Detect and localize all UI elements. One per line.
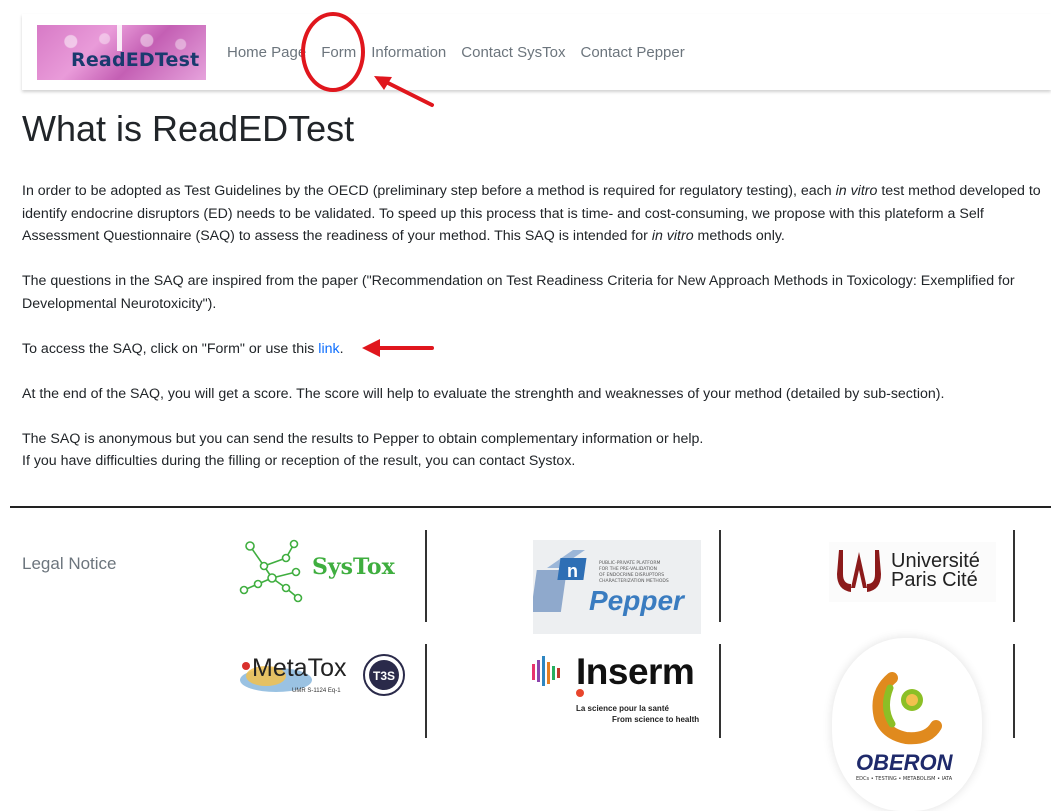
footer-separator [425, 644, 427, 738]
footer-divider [10, 506, 1051, 508]
main-content: In order to be adopted as Test Guideline… [22, 180, 1042, 473]
university-emblem-icon [837, 550, 881, 592]
svg-text:CHARACTERIZATION METHODS: CHARACTERIZATION METHODS [599, 578, 669, 584]
svg-text:n: n [567, 561, 578, 581]
annotation-arrow-form [374, 76, 434, 107]
footer-separator [1013, 530, 1015, 622]
t3s-emblem-icon: T3S [363, 654, 405, 696]
university-name: Université Paris Cité [891, 550, 980, 591]
inserm-logo[interactable]: Inserm [576, 651, 695, 693]
inserm-tagline-en: From science to health [612, 715, 700, 724]
footer-separator [719, 530, 721, 622]
oberon-name: OBERON [856, 750, 954, 775]
contact-paragraph: If you have difficulties during the fill… [22, 453, 576, 469]
footer-separator [425, 530, 427, 622]
pepper-name: Pepper [589, 585, 686, 616]
svg-text:UMR S-1124 Eq-1: UMR S-1124 Eq-1 [292, 688, 341, 694]
nav-information[interactable]: Information [371, 44, 446, 61]
inserm-bars-icon [532, 656, 560, 686]
annotation-circle [301, 12, 365, 92]
logo-text: ReadEDTest [71, 49, 200, 71]
readedtest-logo[interactable]: ReadEDTest [37, 25, 206, 80]
systox-name: SysTox [312, 554, 396, 580]
annotation-arrow-link [362, 339, 434, 357]
page-title: What is ReadEDTest [22, 108, 355, 149]
inserm-tagline-fr: La science pour la santé [576, 704, 669, 713]
access-paragraph: To access the SAQ, click on "Form" or us… [22, 340, 344, 357]
navbar: ReadEDTest Home Page Form Information Co… [22, 14, 1051, 90]
intro-paragraph: In order to be adopted as Test Guideline… [22, 183, 1041, 244]
oberon-figure-icon [872, 672, 942, 745]
svg-text:OF ENDOCRINE DISRUPTORS: OF ENDOCRINE DISRUPTORS [599, 572, 664, 578]
pepper-caption: PUBLIC-PRIVATE PLATFORM [599, 560, 660, 566]
pepper-logo[interactable]: n PUBLIC-PRIVATE PLATFORM FOR THE PRE-VA… [530, 540, 701, 634]
universite-paris-cite-logo[interactable]: Université Paris Cité [829, 542, 996, 602]
pepper-p-icon: n [530, 550, 587, 612]
footer-separator [719, 644, 721, 738]
svg-text:FOR THE PRE-VALIDATION: FOR THE PRE-VALIDATION [599, 566, 657, 572]
nav-links: Home Page Form Information Contact SysTo… [227, 44, 700, 61]
systox-logo[interactable]: SysTox [236, 538, 396, 604]
footer-separator [1013, 644, 1015, 738]
svg-text:EDCs • TESTING • METABOLISM •: EDCs • TESTING • METABOLISM • IATA [856, 776, 953, 782]
anonymous-paragraph: The SAQ is anonymous but you can send th… [22, 430, 704, 447]
saq-source-paragraph: The questions in the SAQ are inspired fr… [22, 273, 1015, 312]
nav-contact-systox[interactable]: Contact SysTox [461, 44, 565, 61]
svg-text:T3S: T3S [373, 669, 395, 683]
oberon-logo[interactable]: OBERON EDCs • TESTING • METABOLISM • IAT… [832, 638, 982, 811]
score-paragraph: At the end of the SAQ, you will get a sc… [22, 385, 945, 402]
network-icon [239, 539, 303, 603]
metatox-logo[interactable]: MetaTox UMR S-1124 Eq-1 T3S [236, 650, 412, 700]
nav-contact-pepper[interactable]: Contact Pepper [580, 44, 684, 61]
metatox-name: MetaTox [252, 654, 347, 682]
inserm-dot [576, 689, 584, 697]
nav-home-page[interactable]: Home Page [227, 44, 306, 61]
saq-link[interactable]: link [318, 341, 339, 357]
legal-notice-link[interactable]: Legal Notice [22, 554, 117, 574]
